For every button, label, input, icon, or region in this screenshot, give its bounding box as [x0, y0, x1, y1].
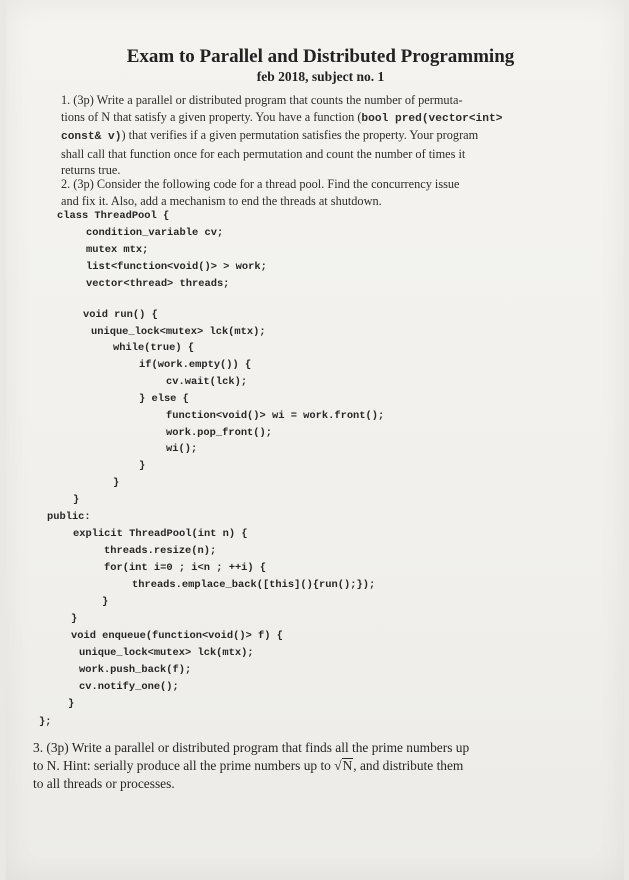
- q1-line: shall call that function once for each p…: [61, 146, 466, 161]
- q1-line: 1. (3p) Write a parallel or distributed …: [61, 93, 463, 107]
- code-line: }: [102, 596, 109, 608]
- q3-text: , and distribute them: [353, 757, 464, 773]
- code-line: unique_lock<mutex> lck(mtx);: [79, 647, 254, 659]
- question-1: 1. (3p) Write a parallel or distributed …: [61, 92, 502, 179]
- code-line: };: [39, 716, 52, 728]
- code-line: if(work.empty()) {: [139, 359, 252, 371]
- sqrt-symbol-icon: √: [334, 757, 342, 773]
- code-line: void run() {: [83, 309, 158, 321]
- code-line: public:: [47, 511, 91, 523]
- q2-line: 2. (3p) Consider the following code for …: [61, 177, 460, 191]
- q3-line: to all threads or processes.: [33, 775, 175, 791]
- q3-line: to N. Hint: serially produce all the pri…: [33, 757, 469, 775]
- code-line: wi();: [166, 443, 198, 455]
- code-line: mutex mtx;: [86, 244, 149, 256]
- question-3: 3. (3p) Write a parallel or distributed …: [33, 739, 469, 792]
- q1-line: tions of N that satisfy a given property…: [61, 109, 502, 128]
- q1-code: bool pred(vector<int>: [361, 112, 503, 125]
- code-line: threads.resize(n);: [104, 545, 217, 557]
- code-line: work.push_back(f);: [79, 664, 192, 676]
- code-line: work.pop_front();: [166, 427, 273, 439]
- code-line: explicit ThreadPool(int n) {: [73, 528, 248, 540]
- q3-text: to N. Hint: serially produce all the pri…: [33, 757, 335, 773]
- q1-text: tions of N that satisfy a given property…: [61, 109, 362, 124]
- code-line: }: [139, 460, 146, 472]
- code-line: list<function<void()> > work;: [86, 261, 267, 273]
- code-line: function<void()> wi = work.front();: [166, 410, 385, 422]
- code-line: }: [71, 613, 78, 625]
- code-line: vector<thread> threads;: [86, 278, 230, 290]
- code-line: cv.notify_one();: [79, 681, 179, 693]
- exam-title: Exam to Parallel and Distributed Program…: [126, 46, 515, 67]
- exam-sheet: Exam to Parallel and Distributed Program…: [6, 0, 624, 880]
- code-line: }: [68, 698, 75, 710]
- q1-text: ) that verifies if a given permutation s…: [121, 128, 479, 143]
- code-line: void enqueue(function<void()> f) {: [71, 630, 284, 642]
- code-line: }: [113, 477, 120, 489]
- code-line: for(int i=0 ; i<n ; ++i) {: [104, 562, 267, 574]
- question-2: 2. (3p) Consider the following code for …: [61, 176, 460, 209]
- code-line: cv.wait(lck);: [166, 376, 248, 388]
- q3-sqrt-arg: N: [341, 757, 354, 773]
- code-line: class ThreadPool {: [57, 210, 170, 222]
- code-line: condition_variable cv;: [86, 227, 224, 239]
- q1-line: const& v)) that verifies if a given perm…: [61, 127, 502, 146]
- code-line: threads.emplace_back([this](){run();});: [132, 579, 376, 591]
- code-line: unique_lock<mutex> lck(mtx);: [91, 326, 266, 338]
- code-line: while(true) {: [113, 342, 195, 354]
- q3-line: 3. (3p) Write a parallel or distributed …: [33, 740, 470, 755]
- q1-code: const& v): [61, 131, 122, 144]
- code-line: } else {: [139, 393, 189, 405]
- exam-subtitle: feb 2018, subject no. 1: [256, 69, 385, 84]
- q2-line: and fix it. Also, add a mechanism to end…: [61, 193, 382, 208]
- code-line: }: [73, 494, 80, 506]
